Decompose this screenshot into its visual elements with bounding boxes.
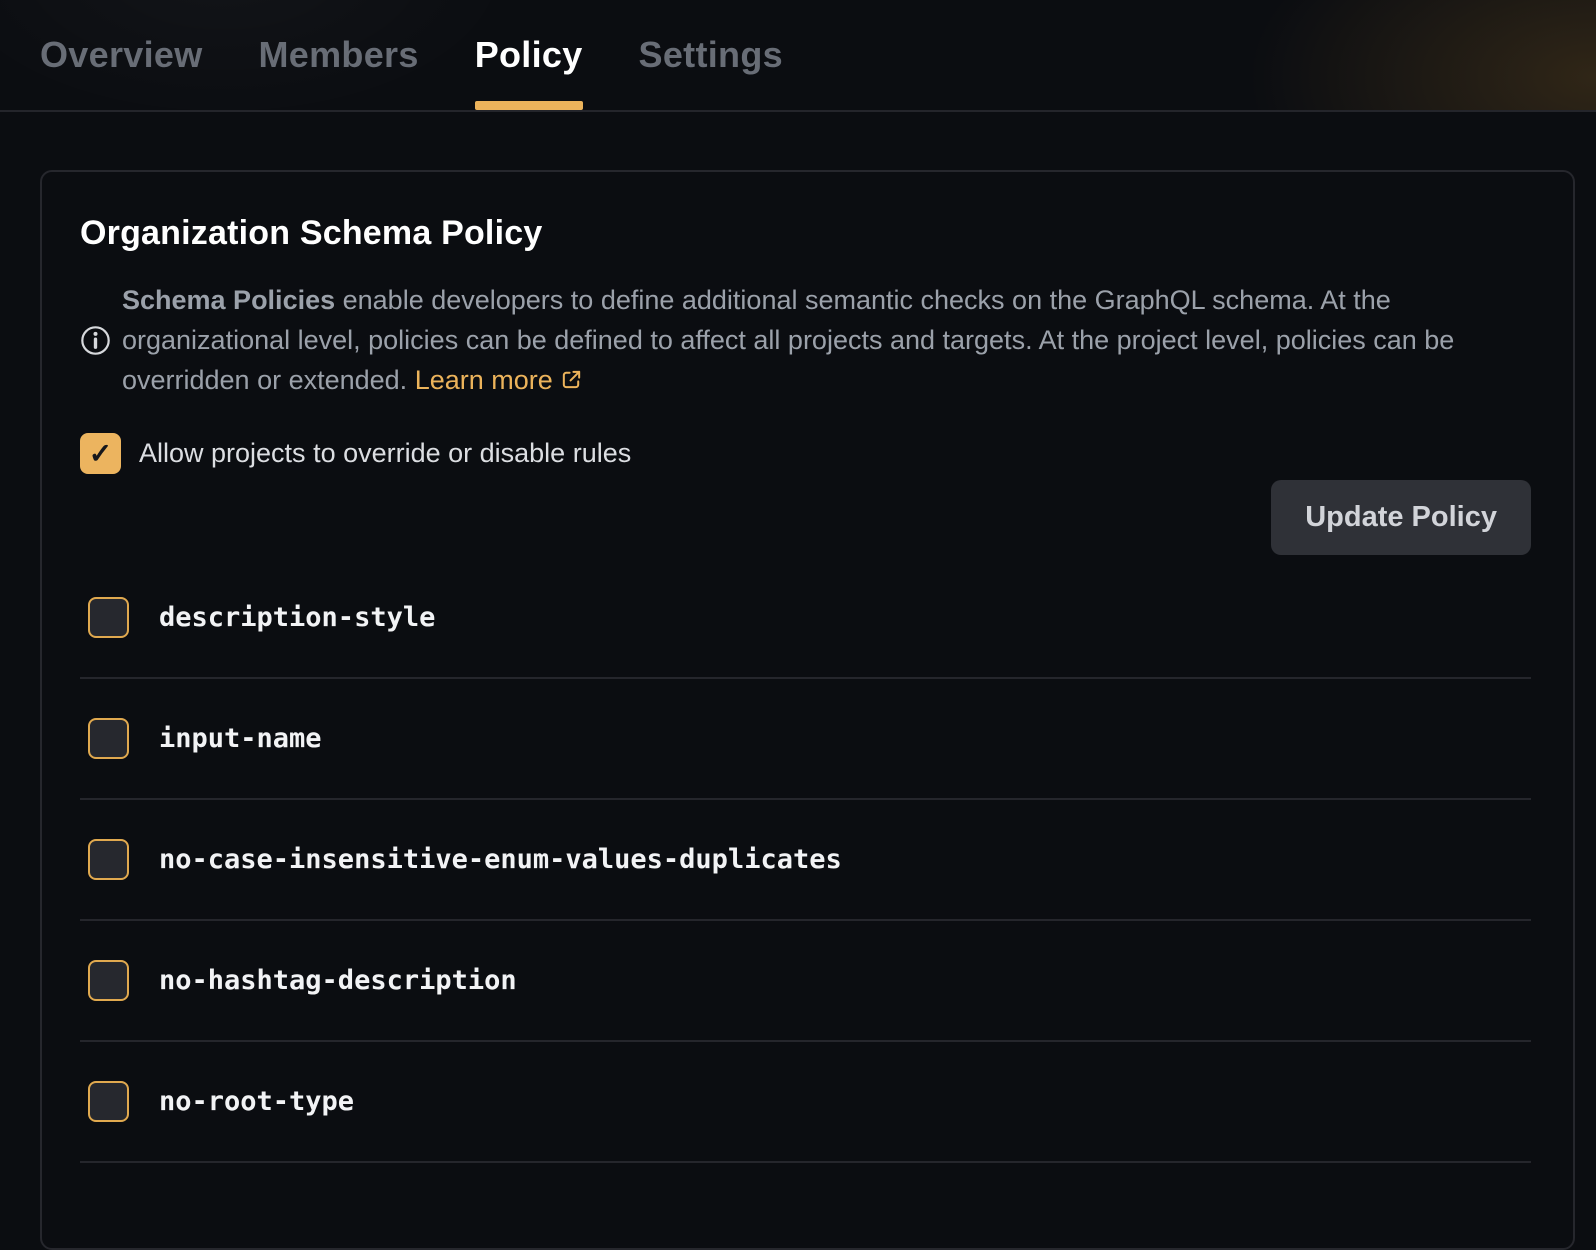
callout-text: Schema Policies enable developers to def…	[122, 280, 1497, 400]
tab-settings-label: Settings	[639, 34, 783, 76]
button-row: Update Policy	[80, 480, 1531, 555]
allow-override-row[interactable]: ✓ Allow projects to override or disable …	[80, 433, 1531, 474]
tab-bar: Overview Members Policy Settings	[0, 0, 1596, 110]
active-tab-indicator	[475, 101, 583, 110]
update-policy-button[interactable]: Update Policy	[1271, 480, 1531, 555]
allow-override-checkbox[interactable]: ✓	[80, 433, 121, 474]
external-link-icon	[560, 368, 583, 391]
tab-policy[interactable]: Policy	[475, 0, 583, 110]
rules-list: description-style input-name no-case-ins…	[80, 558, 1531, 1163]
card-title: Organization Schema Policy	[80, 214, 1531, 253]
rule-checkbox-description-style[interactable]	[88, 597, 129, 638]
rule-name: no-case-insensitive-enum-values-duplicat…	[159, 844, 842, 875]
tab-members[interactable]: Members	[259, 0, 419, 110]
tab-overview-label: Overview	[40, 34, 203, 76]
rule-checkbox-no-case-insensitive-enum-values-duplicates[interactable]	[88, 839, 129, 880]
page-header: Overview Members Policy Settings	[0, 0, 1596, 112]
rule-row-input-name: input-name	[80, 679, 1531, 800]
tab-members-label: Members	[259, 34, 419, 76]
rule-row-no-root-type: no-root-type	[80, 1042, 1531, 1163]
rule-checkbox-no-root-type[interactable]	[88, 1081, 129, 1122]
schema-policy-card: Organization Schema Policy Schema Polici…	[40, 170, 1575, 1250]
page-content: Organization Schema Policy Schema Polici…	[0, 112, 1596, 1250]
tab-overview[interactable]: Overview	[40, 0, 203, 110]
rule-checkbox-no-hashtag-description[interactable]	[88, 960, 129, 1001]
check-icon: ✓	[89, 440, 112, 468]
rule-row-no-case-insensitive-enum-values-duplicates: no-case-insensitive-enum-values-duplicat…	[80, 800, 1531, 921]
info-circle-icon	[80, 325, 111, 356]
schema-policy-callout: Schema Policies enable developers to def…	[80, 280, 1531, 400]
learn-more-link[interactable]: Learn more	[415, 365, 583, 395]
rule-name: input-name	[159, 723, 322, 754]
rule-name: no-root-type	[159, 1086, 354, 1117]
allow-override-label: Allow projects to override or disable ru…	[139, 438, 631, 469]
rule-name: no-hashtag-description	[159, 965, 517, 996]
rule-checkbox-input-name[interactable]	[88, 718, 129, 759]
tab-settings[interactable]: Settings	[639, 0, 783, 110]
rule-name: description-style	[159, 602, 435, 633]
callout-lead: Schema Policies	[122, 285, 335, 315]
learn-more-label: Learn more	[415, 365, 553, 395]
tab-policy-label: Policy	[475, 34, 583, 76]
rule-row-no-hashtag-description: no-hashtag-description	[80, 921, 1531, 1042]
rule-row-description-style: description-style	[80, 558, 1531, 679]
